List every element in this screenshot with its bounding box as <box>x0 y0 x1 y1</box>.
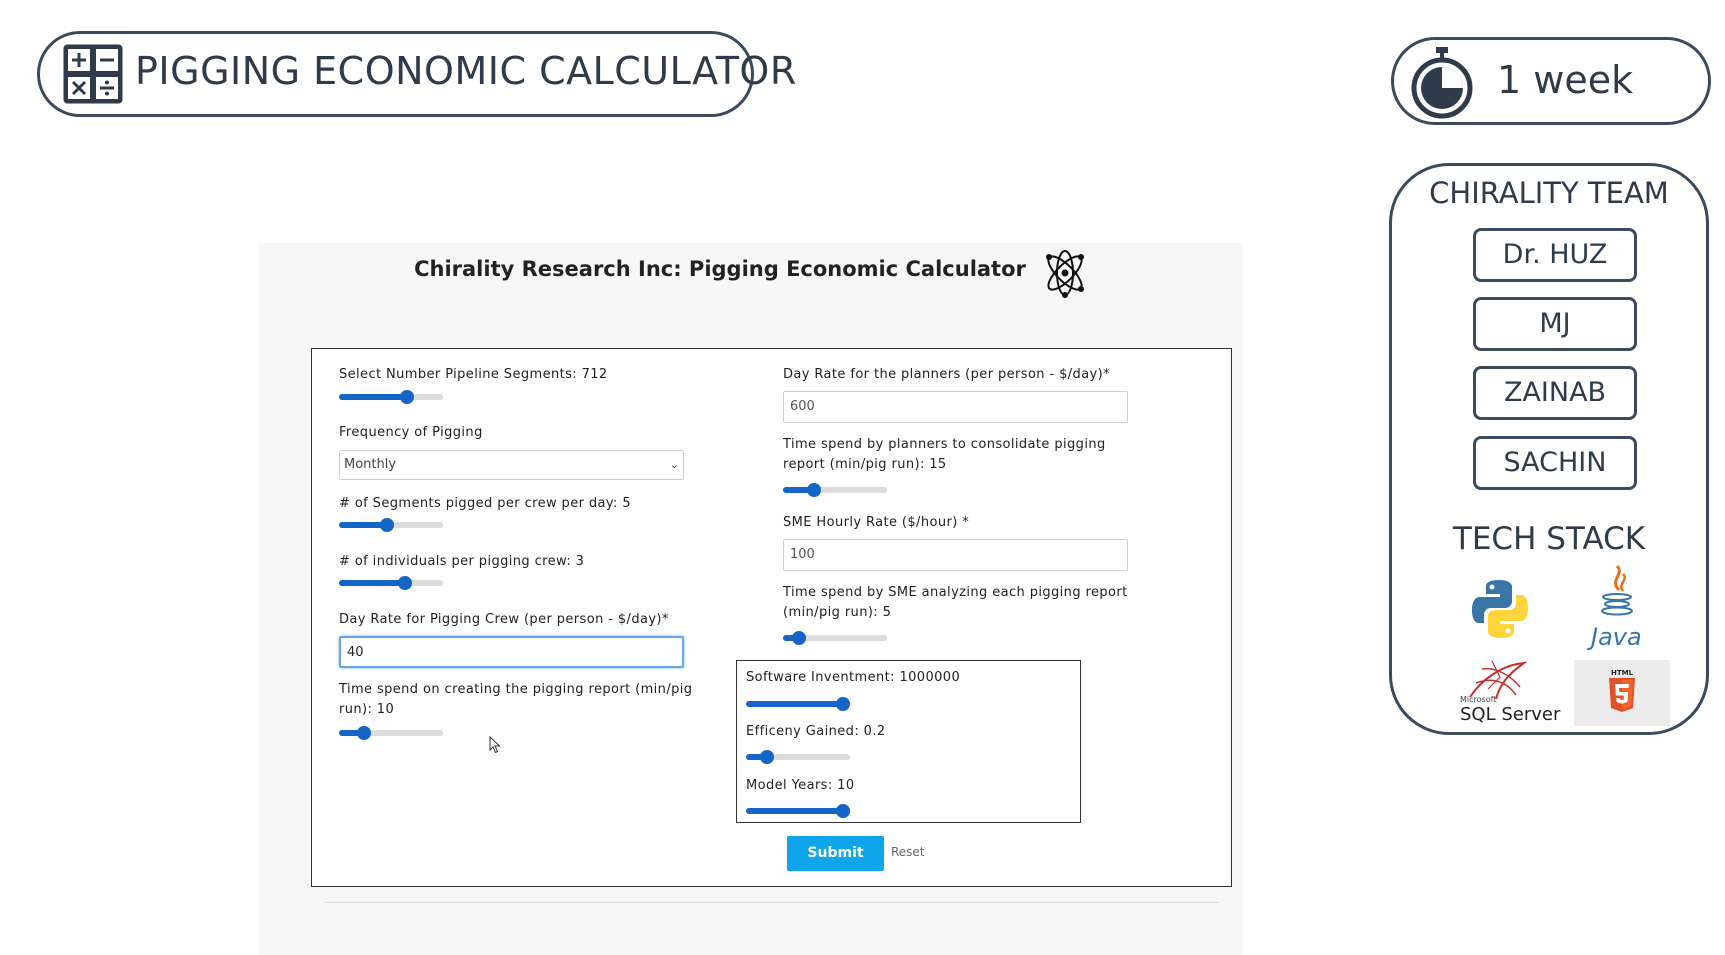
report-time-label-line1: Time spend on creating the pigging repor… <box>339 682 693 697</box>
member-sachin: SACHIN <box>1473 436 1637 490</box>
sme-time-slider[interactable] <box>783 631 887 645</box>
atom-icon <box>1046 250 1084 298</box>
efficiency-label: Efficeny Gained: 0.2 <box>746 724 886 739</box>
sme-time-label-line1: Time spend by SME analyzing each pigging… <box>783 585 1128 600</box>
java-logo-icon <box>1601 564 1633 616</box>
report-time-label-line2: run): 10 <box>339 702 395 717</box>
app-title: Chirality Research Inc: Pigging Economic… <box>414 257 1026 281</box>
slider-fill <box>339 580 405 586</box>
efficiency-slider[interactable] <box>746 750 850 764</box>
slider-thumb[interactable] <box>807 483 822 497</box>
slider-thumb[interactable] <box>357 726 371 740</box>
calculator-icon <box>63 44 123 104</box>
tech-stack-heading: TECH STACK <box>1452 521 1646 557</box>
segments-per-crew-label: # of Segments pigged per crew per day: 5 <box>339 496 632 511</box>
team-panel: CHIRALITY TEAM Dr. HUZ MJ ZAINAB SACHIN … <box>1389 163 1709 735</box>
duration-badge: 1 week <box>1391 37 1711 125</box>
model-years-slider[interactable] <box>746 804 850 818</box>
investment-box: Software Inventment: 1000000 Efficeny Ga… <box>736 660 1081 823</box>
slider-thumb[interactable] <box>836 697 850 711</box>
java-caption: Java <box>1591 623 1642 651</box>
segments-slider[interactable] <box>339 390 443 404</box>
slider-thumb[interactable] <box>397 576 412 590</box>
slider-fill <box>746 701 843 707</box>
model-years-label: Model Years: 10 <box>746 778 855 793</box>
duration-label: 1 week <box>1497 58 1634 102</box>
planner-rate-input[interactable]: 600 <box>783 391 1128 423</box>
individuals-slider[interactable] <box>339 576 443 590</box>
crew-rate-label: Day Rate for Pigging Crew (per person - … <box>339 612 669 627</box>
planner-rate-label: Day Rate for the planners (per person - … <box>783 367 1111 382</box>
crew-rate-input[interactable]: 40 <box>339 636 684 668</box>
frequency-label: Frequency of Pigging <box>339 425 483 440</box>
software-investment-label: Software Inventment: 1000000 <box>746 670 961 685</box>
frequency-value: Monthly <box>344 457 397 472</box>
html5-caption: HTML <box>1611 669 1634 677</box>
submit-button[interactable]: Submit <box>787 836 884 871</box>
divider <box>324 902 1219 903</box>
sme-time-label-line2: (min/pig run): 5 <box>783 605 892 620</box>
member-mj: MJ <box>1473 297 1637 351</box>
segments-per-crew-slider[interactable] <box>339 518 443 532</box>
frequency-select[interactable]: Monthly ⌄ <box>339 450 684 480</box>
page-title: PIGGING ECONOMIC CALCULATOR <box>135 49 797 93</box>
planner-time-label-line1: Time spend by planners to consolidate pi… <box>783 437 1106 452</box>
planner-time-slider[interactable] <box>783 483 887 497</box>
member-zainab: ZAINAB <box>1473 366 1637 420</box>
slider-thumb[interactable] <box>836 804 850 818</box>
sql-microsoft-caption: Microsoft <box>1460 695 1497 704</box>
report-time-slider[interactable] <box>339 726 443 740</box>
python-logo-icon <box>1472 580 1528 638</box>
slider-thumb[interactable] <box>759 750 774 764</box>
slider-thumb[interactable] <box>400 390 415 404</box>
team-heading: CHIRALITY TEAM <box>1429 176 1669 210</box>
software-investment-slider[interactable] <box>746 697 850 711</box>
sme-rate-input[interactable]: 100 <box>783 539 1128 571</box>
mouse-cursor-icon <box>489 736 501 754</box>
planner-time-label-line2: report (min/pig run): 15 <box>783 457 947 472</box>
segments-label: Select Number Pipeline Segments: 712 <box>339 367 608 382</box>
chevron-down-icon: ⌄ <box>669 458 679 471</box>
sme-rate-label: SME Hourly Rate ($/hour) * <box>783 515 970 530</box>
title-banner: PIGGING ECONOMIC CALCULATOR <box>37 31 796 117</box>
slider-fill <box>746 808 843 814</box>
slider-fill <box>339 394 408 400</box>
sql-server-caption: SQL Server <box>1460 704 1561 725</box>
calculator-app: Chirality Research Inc: Pigging Economic… <box>259 243 1243 955</box>
reset-link[interactable]: Reset <box>891 845 925 859</box>
slider-thumb[interactable] <box>792 631 806 645</box>
slider-thumb[interactable] <box>379 518 394 532</box>
timer-icon <box>1411 47 1473 119</box>
html5-logo-box: HTML <box>1574 660 1670 726</box>
html5-logo-icon: HTML <box>1609 669 1635 712</box>
individuals-label: # of individuals per pigging crew: 3 <box>339 554 585 569</box>
member-dr-huz: Dr. HUZ <box>1473 228 1637 282</box>
